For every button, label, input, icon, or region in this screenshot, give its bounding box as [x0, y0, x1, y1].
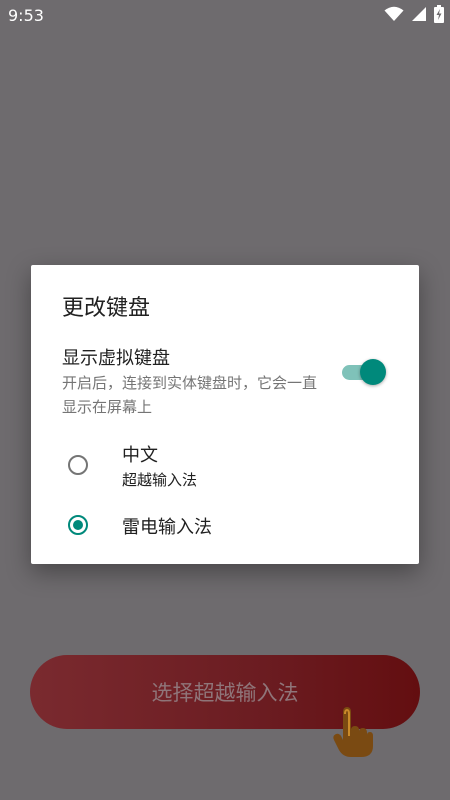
dialog-title: 更改键盘: [62, 296, 151, 321]
option-sublabel: 超越输入法: [122, 471, 198, 489]
radio-unselected-icon[interactable]: [68, 455, 88, 475]
status-icons: [384, 5, 444, 23]
status-bar: 9:53: [0, 0, 450, 30]
cellular-signal-icon: [411, 6, 427, 22]
virtual-keyboard-label: 显示虚拟键盘: [62, 348, 170, 369]
virtual-keyboard-switch[interactable]: [340, 358, 388, 386]
wifi-icon: [384, 6, 404, 22]
status-time: 9:53: [8, 6, 44, 25]
select-input-method-label: 选择超越输入法: [151, 681, 299, 705]
change-keyboard-dialog: 更改键盘 显示虚拟键盘 开启后，连接到实体键盘时，它会一直显示在屏幕上 中文 超…: [31, 265, 419, 564]
option-label: 中文: [122, 445, 158, 466]
virtual-keyboard-description: 开启后，连接到实体键盘时，它会一直显示在屏幕上: [62, 374, 318, 416]
battery-charging-icon: [434, 5, 444, 23]
radio-selected-icon[interactable]: [68, 515, 88, 535]
switch-thumb: [360, 359, 386, 385]
input-method-option-chinese[interactable]: 中文 超越输入法: [31, 435, 419, 495]
option-label: 雷电输入法: [122, 517, 212, 538]
pointing-hand-icon: [333, 706, 373, 758]
input-method-option-leidian[interactable]: 雷电输入法: [31, 505, 419, 545]
